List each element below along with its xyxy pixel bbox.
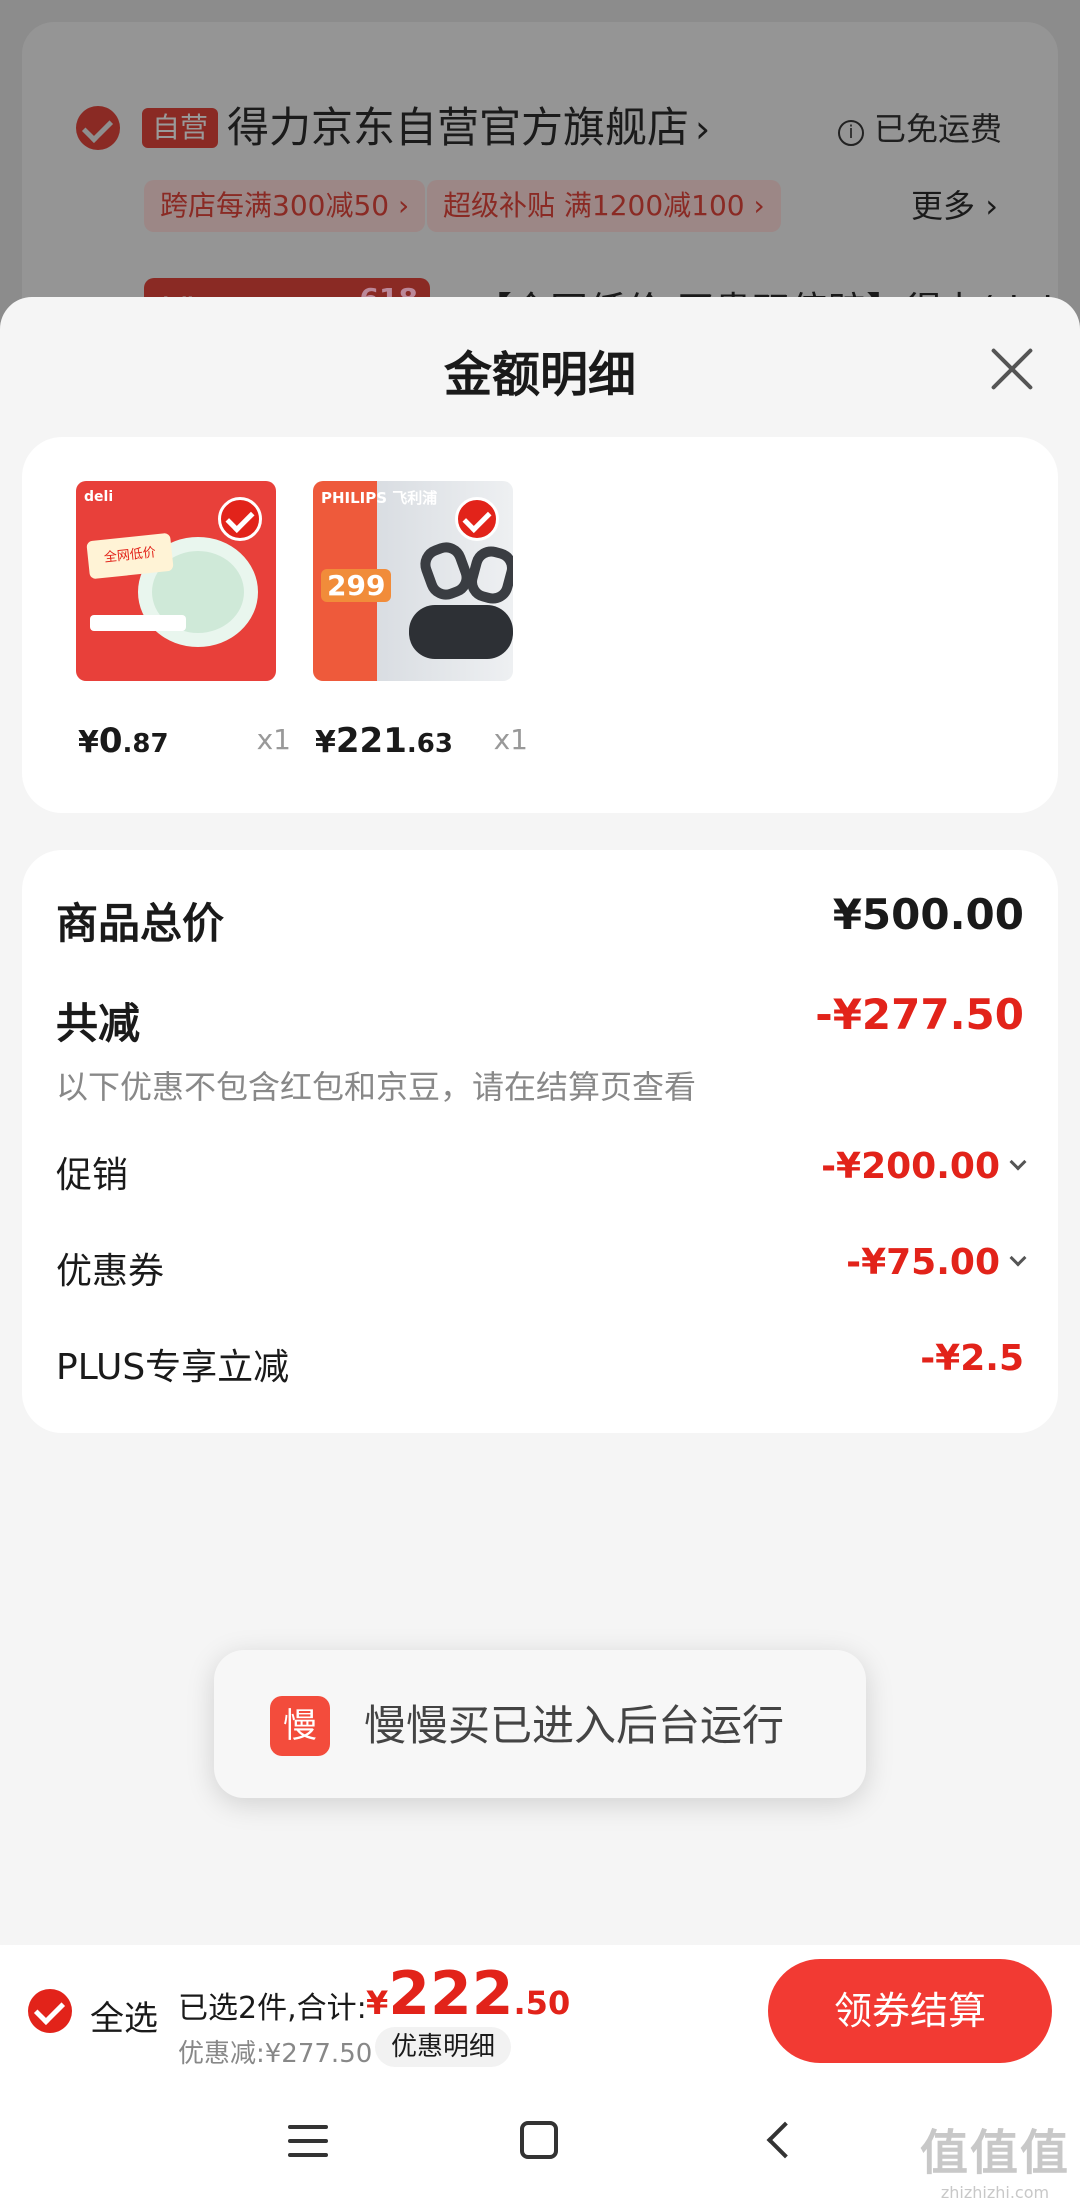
home-icon[interactable] [520,2121,558,2159]
total-price-row: 商品总价 ¥500.00 [56,890,1024,950]
system-navigation-bar: 值值值 zhizhizhi.com [0,2081,1080,2211]
total-price-value: ¥500.00 [832,890,1024,939]
product-price: ¥221.63 [315,721,453,761]
chevron-down-icon[interactable] [1009,1153,1027,1171]
tape-strip-graphic [90,615,186,631]
store-name: 得力京东自营官方旗舰店 [227,103,690,152]
promotion-row[interactable]: 促销 -¥200.00 [56,1146,1027,1196]
back-icon[interactable] [760,2121,798,2159]
earbud-graphic [414,536,478,606]
chevron-right-icon: › [695,107,711,151]
select-all-check-icon[interactable] [28,1989,72,2033]
discount-detail-button[interactable]: 优惠明细 [375,2027,512,2067]
coupon-label: 优惠券 [56,1251,165,1292]
promotion-value: -¥200.00 [821,1146,1027,1187]
product-price: ¥0.87 [78,721,169,761]
product-quantity: x1 [493,723,528,756]
product-item[interactable]: deli 全网低价 ¥0.87 x1 [76,481,291,773]
promotion-label: 促销 [56,1155,129,1196]
select-all-label[interactable]: 全选 [90,1991,158,2040]
discount-note: 以下优惠不包含红包和京豆，请在结算页查看 [56,1068,697,1106]
background-running-toast: 慢 慢慢买已进入后台运行 [214,1650,866,1798]
store-check-icon[interactable] [76,106,120,150]
promo-tag-cross-store[interactable]: 跨店每满300减50 › [144,180,426,232]
product-image-label: 299 [321,569,392,602]
watermark-url: zhizhizhi.com [940,2183,1050,2202]
app-logo-icon: 慢 [270,1696,330,1756]
product-item[interactable]: PHILIPS 飞利浦 299 ¥221.63 x1 [313,481,528,773]
store-name-link[interactable]: 得力京东自营官方旗舰店 › [227,100,710,157]
total-reduction-row: 共减 -¥277.50 [56,990,1024,1050]
product-quantity: x1 [256,723,291,756]
free-shipping-info[interactable]: i 已免运费 [837,108,1002,150]
discount-summary: 优惠减:¥277.50 [178,2039,373,2069]
self-operated-tag: 自营 [142,108,219,148]
plus-discount-row: PLUS专享立减 -¥2.5 [56,1338,1024,1388]
watermark-main-text: 值值值 [919,2125,1070,2181]
price-detail-card: 商品总价 ¥500.00 共减 -¥277.50 以下优惠不包含红包和京豆，请在… [22,850,1058,1433]
products-card: deli 全网低价 ¥0.87 x1 PHILIPS 飞利浦 299 ¥221.… [22,437,1058,813]
promo-tag-subsidy[interactable]: 超级补贴 满1200减100 › [427,180,781,232]
earbud-case-graphic [409,605,513,659]
more-promos-link[interactable]: 更多 › [911,184,998,228]
plus-discount-label: PLUS专享立减 [56,1347,290,1388]
selected-check-icon[interactable] [455,497,499,541]
total-reduction-label: 共减 [56,999,141,1048]
watermark-logo: 值值值 zhizhizhi.com [920,2113,1070,2202]
plus-discount-value: -¥2.5 [920,1338,1024,1379]
coupon-row[interactable]: 优惠券 -¥75.00 [56,1242,1027,1292]
chevron-down-icon[interactable] [1009,1249,1027,1267]
product-brand-label: PHILIPS 飞利浦 [321,489,438,507]
info-icon: i [837,120,864,146]
menu-icon[interactable] [288,2123,328,2159]
selected-count-text: 已选2件,合计: [178,1991,367,2026]
free-shipping-label: 已免运费 [873,110,1002,148]
selected-check-icon[interactable] [218,497,262,541]
total-reduction-value: -¥277.50 [815,990,1024,1039]
total-price-label: 商品总价 [56,899,225,948]
earbud-graphic [462,542,513,608]
product-image-earphones[interactable]: PHILIPS 飞利浦 299 [313,481,513,681]
cart-bottom-bar: 全选 已选2件,合计: ¥222.50 优惠减:¥277.50 优惠明细 领券结… [0,1945,1080,2081]
amount-detail-sheet: 金额明细 deli 全网低价 ¥0.87 x1 PHILIPS 飞利浦 299 [0,297,1080,1945]
close-icon[interactable] [982,339,1042,399]
product-image-tape[interactable]: deli 全网低价 [76,481,276,681]
sheet-title: 金额明细 [443,347,636,403]
coupon-value: -¥75.00 [846,1242,1027,1283]
total-sum-price: ¥222.50 [366,1959,571,2029]
product-brand-label: deli [84,489,114,505]
toast-message: 慢慢买已进入后台运行 [364,1701,785,1750]
checkout-button[interactable]: 领券结算 [768,1959,1052,2063]
